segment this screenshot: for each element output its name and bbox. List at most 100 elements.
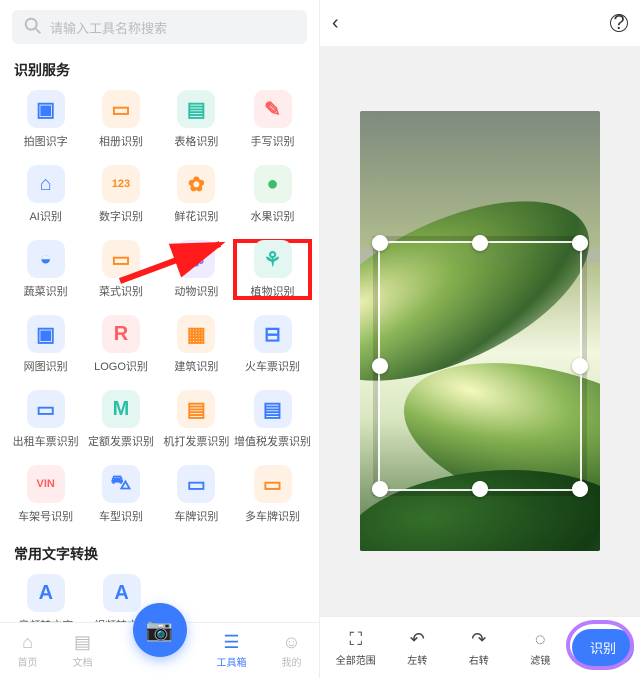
tool-icon: M [102,390,140,428]
tool-rotate-right[interactable]: ↷右转 [449,629,509,667]
tool-菜式识别[interactable]: ▭ 菜式识别 [83,240,158,299]
tool-label: 网图识别 [24,358,68,374]
filter-icon: ◌ [535,629,546,650]
tool-label: 菜式识别 [99,283,143,299]
crop-handle-bl[interactable] [372,481,388,497]
rotate-left-icon: ↶ [410,629,425,650]
section-recognition: 识别服务 [0,50,319,86]
tool-网图识别[interactable]: ▣网图识别 [8,315,83,374]
docs-icon: ▤ [74,632,91,653]
tool-AI识别[interactable]: ⌂ AI识别 [8,165,83,224]
tool-icon: ▭ [102,240,140,278]
nav-docs[interactable]: ▤文档 [73,632,93,669]
tool-label: 定额发票识别 [88,433,154,449]
search-input[interactable]: 请输入工具名称搜索 [12,10,307,44]
crop-handle-ml[interactable] [372,358,388,374]
tool-label: 数字识别 [99,208,143,224]
camera-icon: 📷 [146,617,173,643]
tool-多车牌识别[interactable]: ▭ 多车牌识别 [234,465,311,524]
camera-fab[interactable]: 📷 [133,603,187,657]
tool-增值税发票识别[interactable]: ▤增值税发票识别 [234,390,311,449]
tool-full-range[interactable]: ⛶全部范围 [326,629,386,667]
tool-数字识别[interactable]: 123 数字识别 [83,165,158,224]
tool-label: 车型识别 [99,508,143,524]
tool-icon: ▣ [27,90,65,128]
tool-LOGO识别[interactable]: RLOGO识别 [83,315,158,374]
tool-label: 建筑识别 [174,358,218,374]
photo-preview [360,111,600,551]
tool-icon: ✾ [177,240,215,278]
tool-相册识别[interactable]: ▭ 相册识别 [83,90,158,149]
tool-拍图识字[interactable]: ▣ 拍图识字 [8,90,83,149]
tool-icon: ✿ [177,165,215,203]
tool-icon: ⚘ [254,240,292,278]
tool-label: 出租车票识别 [13,433,79,449]
right-pane: ‹ ? ⛶全部范围 ↶ 左转 ↷右转 ◌滤镜 识别 [320,0,640,678]
tool-icon: ⛍ [102,465,140,503]
tool-label: AI识别 [29,208,61,224]
crop-handle-mr[interactable] [572,358,588,374]
nav-docs-label: 文档 [73,654,93,669]
tool-icon: ⌂ [27,165,65,203]
tool-full-range-label: 全部范围 [336,652,376,667]
tool-车型识别[interactable]: ⛍ 车型识别 [83,465,158,524]
tool-动物识别[interactable]: ✾动物识别 [159,240,234,299]
bottom-nav: ⌂首页 ▤文档 📷 ☰工具箱 ☺我的 [0,622,319,678]
nav-mine[interactable]: ☺我的 [282,632,302,669]
tool-filter[interactable]: ◌滤镜 [511,629,571,667]
crop-handle-bc[interactable] [472,481,488,497]
tool-label: 多车牌识别 [245,508,300,524]
tool-建筑识别[interactable]: ▦建筑识别 [159,315,234,374]
tool-蔬菜识别[interactable]: ◒蔬菜识别 [8,240,83,299]
tool-水果识别[interactable]: ●水果识别 [234,165,311,224]
tool-icon: 123 [102,165,140,203]
recognize-label: 识别 [590,641,616,656]
tool-icon: ▤ [254,390,292,428]
tool-火车票识别[interactable]: ⊟火车票识别 [234,315,311,374]
tool-icon: A [27,574,65,612]
editor-toolbar: ⛶全部范围 ↶ 左转 ↷右转 ◌滤镜 识别 [320,616,640,678]
crop-handle-tr[interactable] [572,235,588,251]
tool-icon: A [103,574,141,612]
tool-label: 蔬菜识别 [24,283,68,299]
recognize-button[interactable]: 识别 [572,629,634,666]
home-icon: ⌂ [22,632,33,653]
crop-handle-tl[interactable] [372,235,388,251]
tool-出租车票识别[interactable]: ▭出租车票识别 [8,390,83,449]
tool-icon: ⊟ [254,315,292,353]
tool-车牌识别[interactable]: ▭车牌识别 [159,465,234,524]
tool-车架号识别[interactable]: VIN车架号识别 [8,465,83,524]
nav-toolbox[interactable]: ☰工具箱 [217,632,247,669]
tool-音频转文字[interactable]: A音频转文字 [8,574,84,622]
tool-icon: ▤ [177,390,215,428]
tool-label: 手写识别 [251,133,295,149]
nav-home[interactable]: ⌂首页 [18,632,38,669]
tool-label: 植物识别 [251,283,295,299]
tool-rotate-left[interactable]: ↶ 左转 [388,629,448,667]
search-placeholder: 请输入工具名称搜索 [50,18,167,37]
help-button[interactable]: ? [610,14,628,32]
image-canvas[interactable] [320,46,640,616]
tool-label: 车架号识别 [18,508,73,524]
crop-box[interactable] [378,241,582,491]
crop-handle-br[interactable] [572,481,588,497]
tool-icon: ▭ [254,465,292,503]
section-text-conv: 常用文字转换 [0,534,319,570]
tool-label: 相册识别 [99,133,143,149]
back-button[interactable]: ‹ [332,12,339,35]
tool-表格识别[interactable]: ▤表格识别 [159,90,234,149]
tool-label: 拍图识字 [24,133,68,149]
tool-label: 表格识别 [174,133,218,149]
tool-手写识别[interactable]: ✎ 手写识别 [234,90,311,149]
tool-rotate-left-label: 左转 [407,652,427,667]
crop-handle-tc[interactable] [472,235,488,251]
tool-icon: ✎ [254,90,292,128]
tool-机打发票识别[interactable]: ▤机打发票识别 [159,390,234,449]
tools-scroll: 识别服务 ▣拍图识字▭相册识别▤表格识别✎手写识别⌂AI识别123数字识别✿鲜花… [0,50,319,622]
tool-icon: ▭ [102,90,140,128]
tool-label: 鲜花识别 [174,208,218,224]
tool-植物识别[interactable]: ⚘ 植物识别 [234,240,311,299]
tool-icon: ▭ [177,465,215,503]
tool-鲜花识别[interactable]: ✿ 鲜花识别 [159,165,234,224]
tool-定额发票识别[interactable]: M 定额发票识别 [83,390,158,449]
